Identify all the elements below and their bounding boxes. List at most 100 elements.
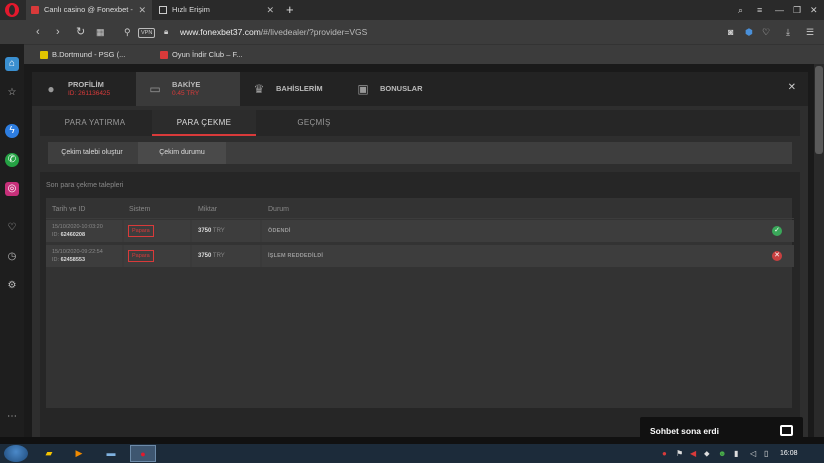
tab-title: Hızlı Erişim	[172, 5, 210, 14]
bookmark-item[interactable]: B.Dortmund - PSG (...	[40, 45, 125, 64]
table-row[interactable]: 15/10/2020-09:22:54 ID: 62458553 Papara …	[46, 245, 794, 267]
new-tab-icon[interactable]: +	[286, 0, 294, 20]
taskbar-clock[interactable]: 16:08	[780, 444, 798, 463]
volume-icon[interactable]: ◁	[750, 444, 756, 463]
heart-icon[interactable]: ♡	[762, 20, 770, 44]
heart-icon[interactable]: ♡	[5, 221, 19, 235]
url-field[interactable]: www.fonexbet37.com/#/livedealer/?provide…	[180, 20, 367, 44]
scrollbar-thumb[interactable]	[815, 66, 823, 154]
forward-icon[interactable]: ›	[56, 20, 60, 44]
tab-profile[interactable]: ● PROFİLİM ID: 261136425	[32, 72, 136, 106]
row-id: ID: 62458553	[52, 257, 86, 263]
instagram-icon[interactable]: ◎	[5, 182, 19, 196]
camera-icon[interactable]: ◙	[728, 20, 733, 44]
address-bar: ‹ › ↻ ▦ ⚲ VPN 🔒︎ www.fonexbet37.com/#/li…	[0, 20, 824, 44]
tab-withdraw[interactable]: PARA ÇEKME	[152, 110, 256, 136]
media-player-icon[interactable]: ▶	[66, 445, 92, 462]
tray-icon[interactable]: ⬥	[704, 444, 710, 463]
tray-icon[interactable]: ⚑	[676, 444, 683, 463]
settings-icon[interactable]: ⚙	[5, 279, 19, 293]
system-cell: Papara	[124, 245, 190, 267]
tab-hizli-erisim[interactable]: Hızlı Erişim ✕	[154, 0, 280, 20]
opera-sidebar: ⌂ ☆ ϟ ✆ ◎ ♡ ◷ ⚙ ⋯	[0, 44, 24, 437]
check-circle-icon: ✓	[772, 226, 782, 236]
messenger-icon[interactable]: ϟ	[5, 124, 19, 138]
gift-icon: ▣	[357, 82, 369, 96]
vpn-badge[interactable]: VPN	[138, 28, 156, 38]
maximize-icon[interactable]: ❐	[793, 0, 801, 20]
window-close-icon[interactable]: ✕	[810, 0, 818, 20]
history-icon[interactable]: ◷	[5, 250, 19, 264]
star-icon[interactable]: ☆	[5, 86, 19, 100]
tray-icon[interactable]: ▯	[764, 444, 768, 463]
network-icon[interactable]: ▮	[734, 444, 738, 463]
tab-my-bets[interactable]: ♛ BAHİSLERİM	[240, 72, 344, 106]
shield-icon[interactable]: ⬢	[745, 20, 753, 44]
download-icon[interactable]: ⤓	[786, 20, 790, 44]
withdraw-status-button[interactable]: Çekim durumu	[138, 142, 226, 164]
app-icon[interactable]: ▬	[98, 445, 124, 462]
settings-menu-icon[interactable]: ☰	[806, 20, 814, 44]
date-cell: 15/10/2020-10:03:20 ID: 62460208	[46, 220, 122, 242]
bookmark-item[interactable]: Oyun İndir Club – F...	[160, 45, 242, 64]
row-amount: 3750 TRY	[198, 228, 225, 234]
tab-close-icon[interactable]: ✕	[266, 0, 274, 20]
column-header-amount: Miktar	[198, 206, 218, 213]
tab-title: BAHİSLERİM	[276, 84, 323, 93]
header-divider	[46, 218, 794, 219]
amount-cell: 3750 TRY	[192, 245, 260, 267]
explorer-icon[interactable]: ▰	[36, 445, 62, 462]
balance-value: 0.45 TRY	[172, 90, 200, 97]
tab-menu-icon[interactable]: ≡	[757, 0, 762, 20]
chat-widget[interactable]: Sohbet sona erdi	[640, 417, 803, 445]
bookmark-favicon-icon	[160, 51, 168, 59]
reject-circle-icon: ✕	[772, 251, 782, 261]
chat-status-label: Sohbet sona erdi	[650, 426, 719, 436]
tray-icon[interactable]: ●	[662, 444, 667, 463]
column-header-status: Durum	[268, 206, 290, 213]
wallet-icon: ▭	[149, 82, 161, 96]
system-cell: Papara	[124, 220, 190, 242]
tab-deposit[interactable]: PARA YATIRMA	[40, 110, 150, 136]
windows-taskbar: ▰ ▶ ▬ ● ● ⚑ ◀ ⬥ ☻ ▮ ◁ ▯ 16:08	[0, 444, 824, 463]
opera-logo-icon[interactable]	[5, 3, 19, 17]
opera-taskbar-icon[interactable]: ●	[130, 445, 156, 462]
tray-icon[interactable]: ☻	[718, 444, 726, 463]
row-date: 15/10/2020-09:22:54	[52, 249, 103, 255]
profile-id: ID: 261136425	[68, 90, 111, 97]
tab-title: BAKİYE	[172, 80, 201, 89]
create-withdraw-request-button[interactable]: Çekim talebi oluştur	[48, 142, 136, 164]
back-icon[interactable]: ‹	[36, 20, 40, 44]
browser-tab-bar: Canlı casino @ Fonexbet - ✕ Hızlı Erişim…	[0, 0, 824, 20]
url-host: www.fonexbet37.com	[180, 27, 261, 37]
amount-cell: 3750 TRY	[192, 220, 260, 242]
whatsapp-icon[interactable]: ✆	[5, 153, 19, 167]
reload-icon[interactable]: ↻	[76, 20, 85, 44]
tab-close-icon[interactable]: ✕	[138, 0, 146, 20]
column-header-date: Tarih ve ID	[52, 206, 86, 213]
url-path: /#/livedealer/?provider=VGS	[260, 27, 368, 37]
tab-title: PROFİLİM	[68, 80, 104, 89]
home-icon[interactable]: ⌂	[5, 57, 19, 71]
search-icon[interactable]: ⚲	[124, 20, 131, 44]
tray-icon[interactable]: ◀	[690, 444, 696, 463]
tab-bonuses[interactable]: ▣ BONUSLAR	[344, 72, 448, 106]
grid-icon	[159, 6, 167, 14]
speed-dial-icon[interactable]: ▦	[96, 20, 105, 44]
lock-icon[interactable]: 🔒︎	[164, 20, 168, 44]
search-tabs-icon[interactable]: ⌕	[738, 0, 743, 20]
tab-balance[interactable]: ▭ BAKİYE 0.45 TRY	[136, 72, 240, 106]
row-status: ÖDENDİ	[268, 228, 291, 234]
more-icon[interactable]: ⋯	[5, 410, 19, 424]
modal-tab-bar: ● PROFİLİM ID: 261136425 ▭ BAKİYE 0.45 T…	[32, 72, 808, 106]
start-button[interactable]	[4, 445, 28, 462]
modal-close-icon[interactable]: ✕	[788, 82, 796, 93]
column-header-system: Sistem	[129, 206, 151, 213]
row-id: ID: 62460208	[52, 232, 86, 238]
row-date: 15/10/2020-10:03:20	[52, 224, 103, 230]
table-row[interactable]: 15/10/2020-10:03:20 ID: 62460208 Papara …	[46, 220, 794, 242]
tab-canli-casino[interactable]: Canlı casino @ Fonexbet - ✕	[26, 0, 152, 20]
minimize-icon[interactable]: —	[775, 0, 784, 20]
tab-history[interactable]: GEÇMİŞ	[258, 110, 370, 136]
status-cell: İŞLEM REDDEDİLDİ ✕	[262, 245, 794, 267]
